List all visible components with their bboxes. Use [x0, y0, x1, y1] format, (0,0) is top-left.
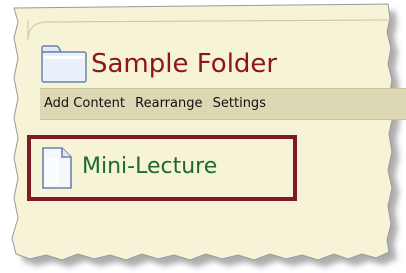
screenshot-stage: Sample Folder Add Content Rearrange Sett…: [0, 0, 406, 273]
add-content-button[interactable]: Add Content: [40, 89, 125, 119]
folder-title: Sample Folder: [91, 49, 278, 79]
rearrange-button[interactable]: Rearrange: [129, 89, 202, 119]
settings-button[interactable]: Settings: [207, 89, 266, 119]
folder-header: Sample Folder: [40, 42, 406, 86]
content-item-mini-lecture[interactable]: Mini-Lecture: [82, 150, 217, 184]
folder-toolbar: Add Content Rearrange Settings: [40, 88, 406, 120]
